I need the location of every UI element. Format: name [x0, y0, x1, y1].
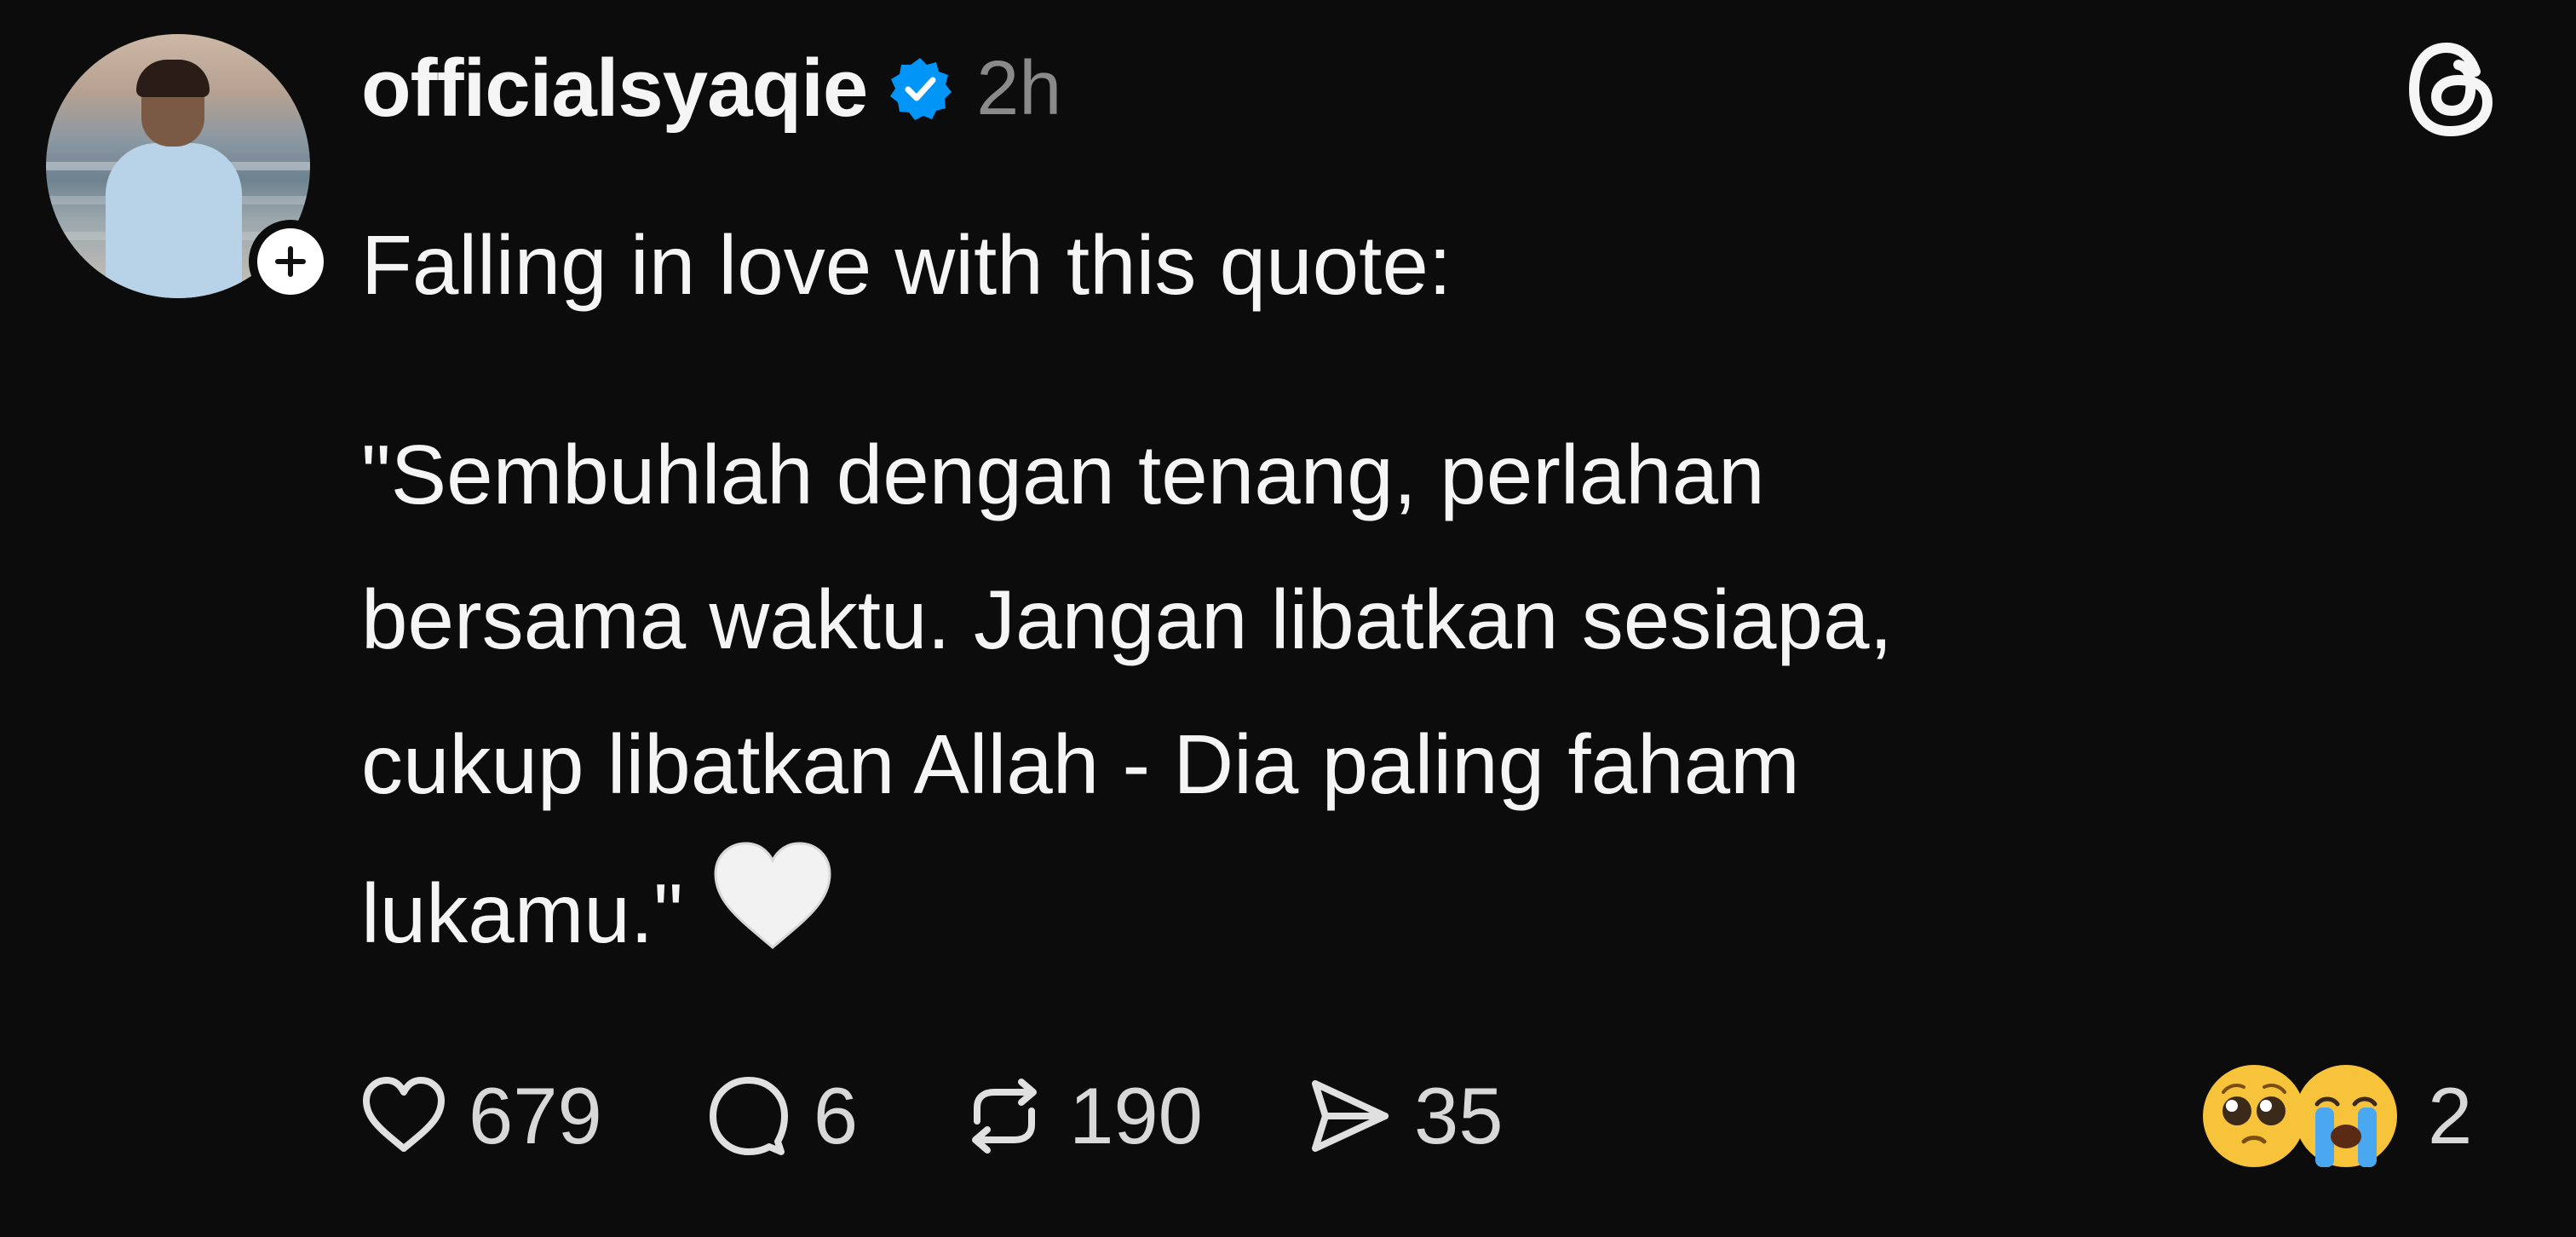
post-header: officialsyaqie 2h: [361, 37, 1061, 140]
quote-line: lukamu.": [361, 837, 2491, 986]
repost-button[interactable]: 190: [958, 1070, 1203, 1162]
like-count: 679: [469, 1071, 602, 1160]
post-intro-text: Falling in love with this quote:: [361, 218, 1452, 312]
threads-logo-icon[interactable]: [2395, 34, 2506, 145]
like-button[interactable]: 679: [358, 1070, 602, 1162]
thread-post: officialsyaqie 2h Falling in love with t…: [0, 0, 2576, 1237]
reply-bubble-icon: [703, 1070, 795, 1162]
send-icon: [1303, 1070, 1395, 1162]
heart-icon: [358, 1070, 450, 1162]
reaction-count: 2: [2428, 1071, 2473, 1160]
quote-line: cukup libatkan Allah - Dia paling faham: [361, 717, 1800, 811]
quote-line: "Sembuhlah dengan tenang, perlahan: [361, 428, 1765, 521]
repost-count: 190: [1069, 1071, 1203, 1160]
post-timestamp: 2h: [976, 45, 1062, 131]
post-quote: "Sembuhlah dengan tenang, perlahan bersa…: [361, 402, 2491, 986]
username-link[interactable]: officialsyaqie: [361, 42, 868, 135]
share-button[interactable]: 35: [1303, 1070, 1504, 1162]
repost-icon: [958, 1070, 1050, 1162]
reply-button[interactable]: 6: [703, 1070, 858, 1162]
avatar[interactable]: [46, 34, 332, 303]
loudly-crying-face-emoji: [2295, 1065, 2397, 1167]
post-actions: 679 6 190 35: [358, 1061, 1604, 1171]
reply-count: 6: [813, 1071, 859, 1160]
quote-line: bersama waktu. Jangan libatkan sesiapa,: [361, 572, 1893, 666]
plus-icon: [275, 246, 306, 277]
verified-badge-icon: [888, 56, 952, 121]
follow-button[interactable]: [249, 220, 332, 303]
reaction-summary[interactable]: 2: [2198, 1061, 2472, 1171]
white-heart-emoji: [709, 837, 837, 954]
quote-line-text: lukamu.": [361, 866, 683, 960]
share-count: 35: [1413, 1071, 1504, 1160]
